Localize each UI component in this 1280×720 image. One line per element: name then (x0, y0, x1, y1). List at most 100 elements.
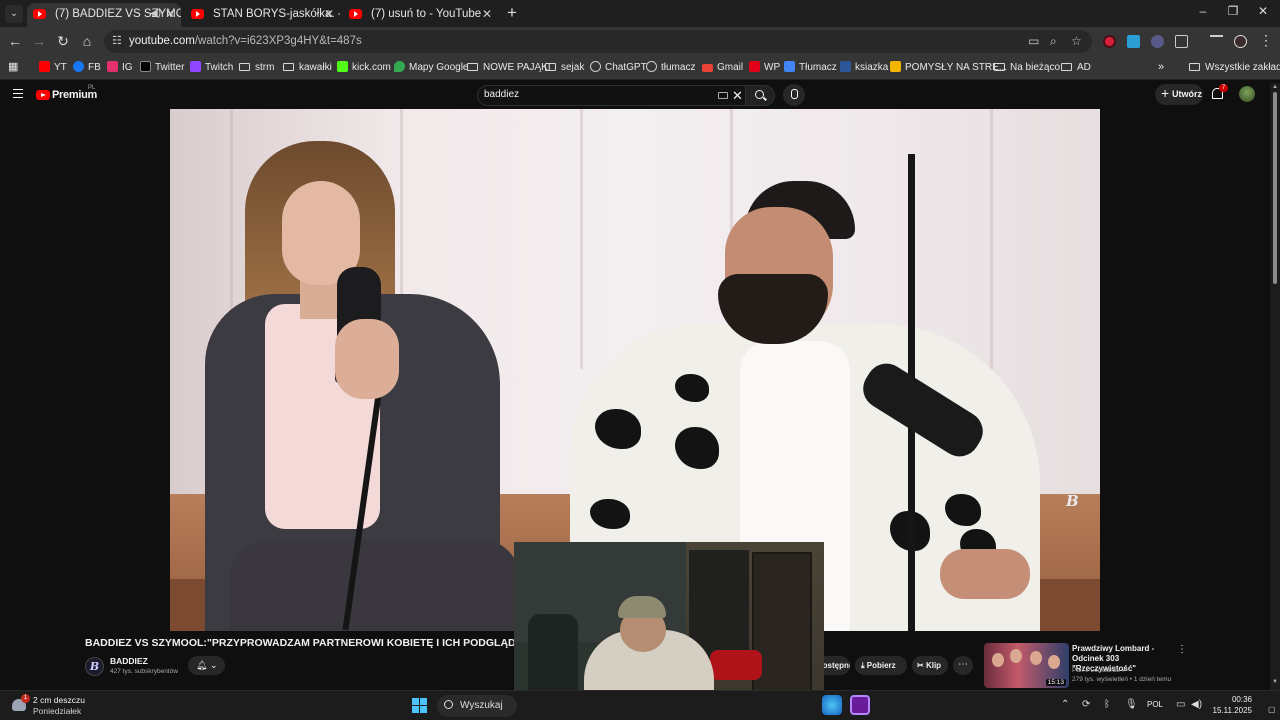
tab-search-button[interactable]: ⌄ (5, 5, 23, 23)
bookmark-ksiazka[interactable]: ksiazka (840, 61, 888, 74)
home-button[interactable]: ⌂ (78, 33, 96, 49)
weather-text[interactable]: 2 cm deszczu (33, 695, 85, 705)
bluetooth-icon[interactable]: ᛒ (1104, 699, 1110, 710)
bookmark-twitter[interactable]: Twitter (140, 61, 184, 74)
bookmark-twitch[interactable]: Twitch (190, 61, 233, 74)
close-icon[interactable]: ✕ (482, 3, 492, 25)
clip-button[interactable]: ✂ Klip (912, 656, 948, 675)
more-bookmarks-icon[interactable]: » (1158, 61, 1164, 74)
bookmark-folder-sejak[interactable]: sejak (545, 61, 584, 74)
tab-baddiez[interactable]: (7) BADDIEZ VS SZYMOOL ◀) ✕ (27, 3, 181, 27)
bookmark-star-icon[interactable]: ☆ (1071, 34, 1082, 48)
bookmarks-bar: ▦ YT FB IG Twitter Twitch strm kawałki k… (0, 56, 1280, 80)
zoom-icon[interactable]: ⌕ (1050, 34, 1057, 49)
clear-search-icon[interactable]: ✕ (732, 88, 743, 104)
extension-icon[interactable] (1151, 35, 1164, 48)
notifications-center-icon[interactable]: ▢ (1268, 705, 1276, 714)
bookmark-fb[interactable]: FB (73, 61, 101, 74)
url-text: youtube.com/watch?v=i623XP3g4HY&t=487s (129, 35, 362, 47)
subscription-bell-button[interactable]: 🔔︎ ⌄ (188, 656, 225, 675)
account-avatar[interactable] (1239, 86, 1255, 102)
tab-usun-to[interactable]: (7) usuń to - YouTube ✕ (343, 3, 498, 27)
scrollbar-thumb[interactable] (1273, 92, 1277, 284)
keyboard-icon[interactable] (718, 92, 728, 99)
windows-start-icon[interactable] (412, 698, 428, 714)
subscriber-count: 427 tys. subskrybentów (110, 668, 178, 675)
recommended-more-icon[interactable]: ⋮ (1177, 644, 1187, 655)
forward-button[interactable]: → (30, 33, 48, 49)
bookmark-ig[interactable]: IG (107, 61, 133, 74)
chevron-down-icon: ⌄ (209, 660, 218, 670)
chatgpt-icon (590, 61, 601, 72)
extension-icon[interactable] (1127, 35, 1140, 48)
media-controls-icon[interactable] (1210, 35, 1223, 48)
app-icon[interactable] (850, 695, 870, 715)
menu-icon[interactable] (13, 89, 23, 98)
tray-overflow-icon[interactable]: ⌃ (1061, 699, 1069, 710)
cam-red-cloth (710, 650, 762, 680)
back-button[interactable]: ← (6, 33, 24, 49)
speaker-icon[interactable]: ◀) (150, 3, 161, 25)
close-icon[interactable]: ✕ (165, 3, 175, 25)
bookmark-yt[interactable]: YT (39, 61, 67, 74)
reload-button[interactable]: ↻ (54, 33, 72, 49)
site-info-icon[interactable]: ☷ (112, 34, 122, 47)
all-bookmarks-folder[interactable]: Wszystkie zakłady (1189, 61, 1280, 74)
bookmark-folder-ad[interactable]: AD (1061, 61, 1091, 74)
twitch-icon (190, 61, 201, 72)
new-tab-button[interactable]: + (503, 3, 521, 23)
bookmark-gmail[interactable]: Gmail (702, 61, 743, 74)
recommended-video-thumbnail[interactable]: 15:13 (984, 643, 1069, 688)
search-icon (755, 90, 764, 99)
instagram-icon (107, 61, 118, 72)
record-extension-icon[interactable] (1103, 35, 1116, 48)
network-icon[interactable]: ▭ (1176, 699, 1185, 710)
bookmark-pomysly[interactable]: POMYSŁY NA STRE... (890, 61, 1007, 74)
tab-stan-borys[interactable]: STAN BORYS-jaskółka. - YouTub ✕ (185, 3, 340, 27)
bookmark-maps[interactable]: Mapy Google (394, 61, 468, 74)
bookmark-kick[interactable]: kick.com (337, 61, 391, 74)
address-bar[interactable]: ☷ youtube.com/watch?v=i623XP3g4HY&t=487s… (104, 30, 1092, 53)
bookmark-folder-na-biezaco[interactable]: Na bieżąco (994, 61, 1060, 74)
edge-browser-icon[interactable] (822, 695, 842, 715)
install-app-icon[interactable]: ▭ (1028, 34, 1039, 48)
bookmark-folder-nowe-pajaki[interactable]: NOWE PAJĄKI (467, 61, 551, 74)
profile-icon[interactable] (1234, 35, 1247, 48)
download-button[interactable]: ⤓ Pobierz (855, 656, 907, 675)
recommended-channel[interactable]: Pan z Lombardu ✔ (1072, 666, 1127, 674)
channel-watermark[interactable]: B (1066, 492, 1088, 510)
channel-avatar[interactable]: B (85, 657, 104, 676)
close-window-button[interactable]: ✕ (1253, 4, 1273, 18)
more-actions-button[interactable]: ⋯ (953, 656, 973, 675)
bookmark-folder-kawalki[interactable]: kawałki (283, 61, 332, 74)
minimize-button[interactable]: – (1193, 4, 1213, 18)
translate-icon (784, 61, 795, 72)
input-language[interactable]: POL (1147, 700, 1163, 709)
search-input[interactable] (484, 89, 704, 100)
sync-icon[interactable]: ⟳ (1082, 699, 1090, 710)
bookmark-chatgpt[interactable]: ChatGPT (590, 61, 647, 74)
create-button[interactable]: Utwórz (1155, 83, 1203, 105)
close-icon[interactable]: ✕ (324, 3, 334, 25)
youtube-logo-icon[interactable] (36, 90, 50, 100)
notifications-count-badge: 7 (1219, 84, 1228, 92)
bookmark-folder-strm[interactable]: strm (239, 61, 274, 74)
puzzle-extensions-icon[interactable] (1175, 35, 1188, 48)
menu-dots-icon[interactable]: ⋮ (1257, 32, 1275, 48)
folder-icon (545, 63, 556, 71)
volume-icon[interactable]: ◀) (1191, 699, 1202, 710)
bookmark-tlumacz-gpt[interactable]: tłumacz (646, 61, 695, 74)
microphone-icon[interactable]: 🎙︎ (1125, 699, 1138, 710)
restore-button[interactable]: ❐ (1223, 4, 1243, 18)
bookmark-wp[interactable]: WP (749, 61, 780, 74)
bookmark-tlumacz[interactable]: Tłumacz (784, 61, 837, 74)
scroll-up-arrow-icon[interactable]: ▲ (1272, 84, 1278, 90)
wp-icon (749, 61, 760, 72)
search-button[interactable] (745, 85, 775, 106)
taskbar-search[interactable]: Wyszukaj (437, 695, 517, 717)
system-clock[interactable]: 00:36 15.11.2025 (1212, 694, 1252, 716)
scroll-down-arrow-icon[interactable]: ▼ (1272, 679, 1278, 685)
voice-search-button[interactable] (783, 84, 805, 106)
channel-name[interactable]: BADDIEZ (110, 656, 148, 666)
apps-grid-icon[interactable]: ▦ (8, 61, 18, 74)
